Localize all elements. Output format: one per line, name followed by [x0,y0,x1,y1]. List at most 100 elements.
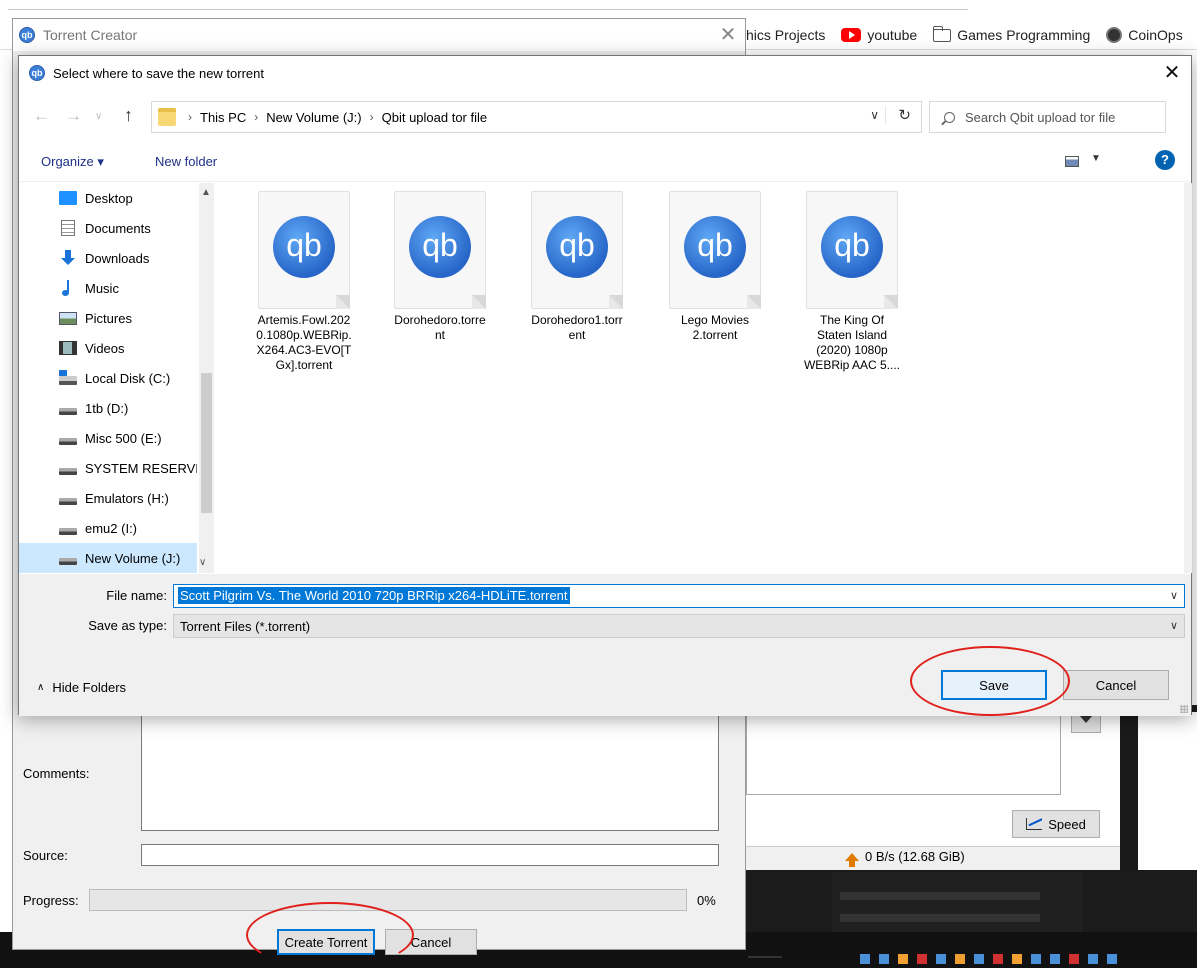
webpage-field [840,892,1040,900]
search-input[interactable]: Search Qbit upload tor file [929,101,1166,133]
up-arrow-icon[interactable]: ↑ [124,105,133,126]
progress-label: Progress: [23,893,79,908]
chevron-down-icon[interactable]: ∨ [1170,589,1178,602]
qbittorrent-icon: qb [19,27,35,43]
close-icon[interactable]: ✕ [1157,59,1187,87]
forward-arrow-icon[interactable]: → [65,106,82,126]
speed-button-label: Speed [1048,816,1086,832]
folder-icon [933,25,952,42]
source-input[interactable] [141,844,719,866]
file-list-scrollbar[interactable] [1184,183,1192,573]
back-arrow-icon[interactable]: ← [33,106,50,126]
new-folder-button[interactable]: New folder [155,154,217,169]
hide-folders-button[interactable]: ∧ Hide Folders [37,680,126,695]
qbittorrent-logo-icon: qb [409,216,471,278]
taskbar-app-icon[interactable] [993,954,1003,964]
taskbar-app-icon[interactable] [936,954,946,964]
taskbar-app-icon[interactable] [898,954,908,964]
nav-item-desktop[interactable]: Desktop [19,183,197,213]
nav-item-label: New Volume (J:) [85,550,181,566]
torrent-file-icon: qb [669,191,761,309]
nav-item-drive-e[interactable]: Misc 500 (E:) [19,423,197,453]
torrent-file-icon: qb [806,191,898,309]
nav-item-drive-j[interactable]: New Volume (J:) [19,543,197,573]
taskbar-search[interactable] [748,956,782,958]
chevron-down-icon: ∨ [1169,620,1178,632]
speed-button[interactable]: Speed [1012,810,1100,838]
breadcrumb-new-volume[interactable]: New Volume (J:) [266,110,361,125]
comments-textarea[interactable] [141,699,719,831]
refresh-icon[interactable]: ↻ [885,106,911,124]
nav-item-system-reserved[interactable]: SYSTEM RESERVI [19,453,197,483]
qbittorrent-logo-icon: qb [546,216,608,278]
breadcrumb-current-folder[interactable]: Qbit upload tor file [382,110,488,125]
nav-item-downloads[interactable]: Downloads [19,243,197,273]
taskbar-app-icon[interactable] [860,954,870,964]
taskbar-app-icon[interactable] [974,954,984,964]
drive-icon [59,467,77,475]
nav-item-label: SYSTEM RESERVI [85,460,197,476]
view-options-chevron-icon[interactable]: ▼ [1091,153,1101,164]
nav-item-drive-d[interactable]: 1tb (D:) [19,393,197,423]
recent-locations-chevron-icon[interactable]: ∨ [95,111,102,122]
organize-button[interactable]: Organize ▾ [41,154,104,170]
taskbar-app-icon[interactable] [955,954,965,964]
breadcrumb-separator: › [188,110,192,124]
youtube-icon [841,28,862,42]
scroll-down-icon[interactable]: ∨ [199,557,206,568]
nav-item-local-disk-c[interactable]: Local Disk (C:) [19,363,197,393]
nav-item-label: Videos [85,340,125,356]
file-name-field[interactable]: Scott Pilgrim Vs. The World 2010 720p BR… [173,584,1185,608]
address-bar[interactable]: › This PC › New Volume (J:) › Qbit uploa… [151,101,922,133]
file-item[interactable]: qb Lego Movies 2.torrent [656,191,774,343]
nav-item-drive-i[interactable]: emu2 (I:) [19,513,197,543]
dialog-title: Select where to save the new torrent [53,65,265,81]
nav-item-music[interactable]: Music [19,273,197,303]
window-title: Torrent Creator [43,27,138,43]
qbittorrent-logo-icon: qb [684,216,746,278]
file-item[interactable]: qb The King Of Staten Island (2020) 1080… [793,191,911,373]
taskbar-app-icon[interactable] [1050,954,1060,964]
nav-item-videos[interactable]: Videos [19,333,197,363]
bookmark-games-programming[interactable]: Games Programming [933,25,1091,43]
hide-folders-label: Hide Folders [52,680,127,695]
webpage-field [840,914,1040,922]
file-item[interactable]: qb Dorohedoro.torre nt [381,191,499,343]
nav-scrollbar-thumb[interactable] [201,373,212,513]
bookmark-graphics-projects[interactable]: hics Projects [746,27,825,43]
file-item[interactable]: qb Dorohedoro1.torr ent [518,191,636,343]
nav-item-drive-h[interactable]: Emulators (H:) [19,483,197,513]
save-type-label: Save as type: [88,618,167,633]
nav-item-documents[interactable]: Documents [19,213,197,243]
chevron-up-icon: ∧ [37,682,45,693]
taskbar-app-icon[interactable] [879,954,889,964]
save-type-select[interactable]: Torrent Files (*.torrent) ∨ [173,614,1185,638]
taskbar-app-icon[interactable] [917,954,927,964]
progress-percent: 0% [697,893,716,908]
bookmark-label: Games Programming [957,27,1091,43]
coinops-icon [1106,27,1123,43]
close-icon[interactable]: ✕ [713,21,743,49]
taskbar-app-icon[interactable] [1069,954,1079,964]
taskbar-app-icon[interactable] [1031,954,1041,964]
scroll-up-icon[interactable]: ▲ [201,187,211,198]
file-item[interactable]: qb Artemis.Fowl.202 0.1080p.WEBRip. X264… [245,191,363,373]
change-view-icon[interactable] [1065,156,1079,167]
taskbar-app-icon[interactable] [1107,954,1117,964]
comments-label: Comments: [23,766,90,781]
cancel-button[interactable]: Cancel [1063,670,1169,700]
local-disk-icon [59,370,77,385]
breadcrumb-this-pc[interactable]: This PC [200,110,246,125]
resize-grip-icon[interactable] [1180,705,1188,713]
help-icon[interactable]: ? [1155,150,1175,170]
address-row: ← → ∨ ↑ › This PC › New Volume (J:) › Qb… [19,96,1191,138]
bookmark-youtube[interactable]: youtube [841,27,917,43]
bookmark-coinops[interactable]: CoinOps [1106,27,1183,43]
upload-arrow-icon [845,852,859,867]
taskbar-app-icon[interactable] [1088,954,1098,964]
music-icon [59,280,77,296]
taskbar-app-icon[interactable] [1012,954,1022,964]
chevron-down-icon[interactable]: ∨ [870,108,879,122]
qbittorrent-logo-icon: qb [821,216,883,278]
nav-item-pictures[interactable]: Pictures [19,303,197,333]
